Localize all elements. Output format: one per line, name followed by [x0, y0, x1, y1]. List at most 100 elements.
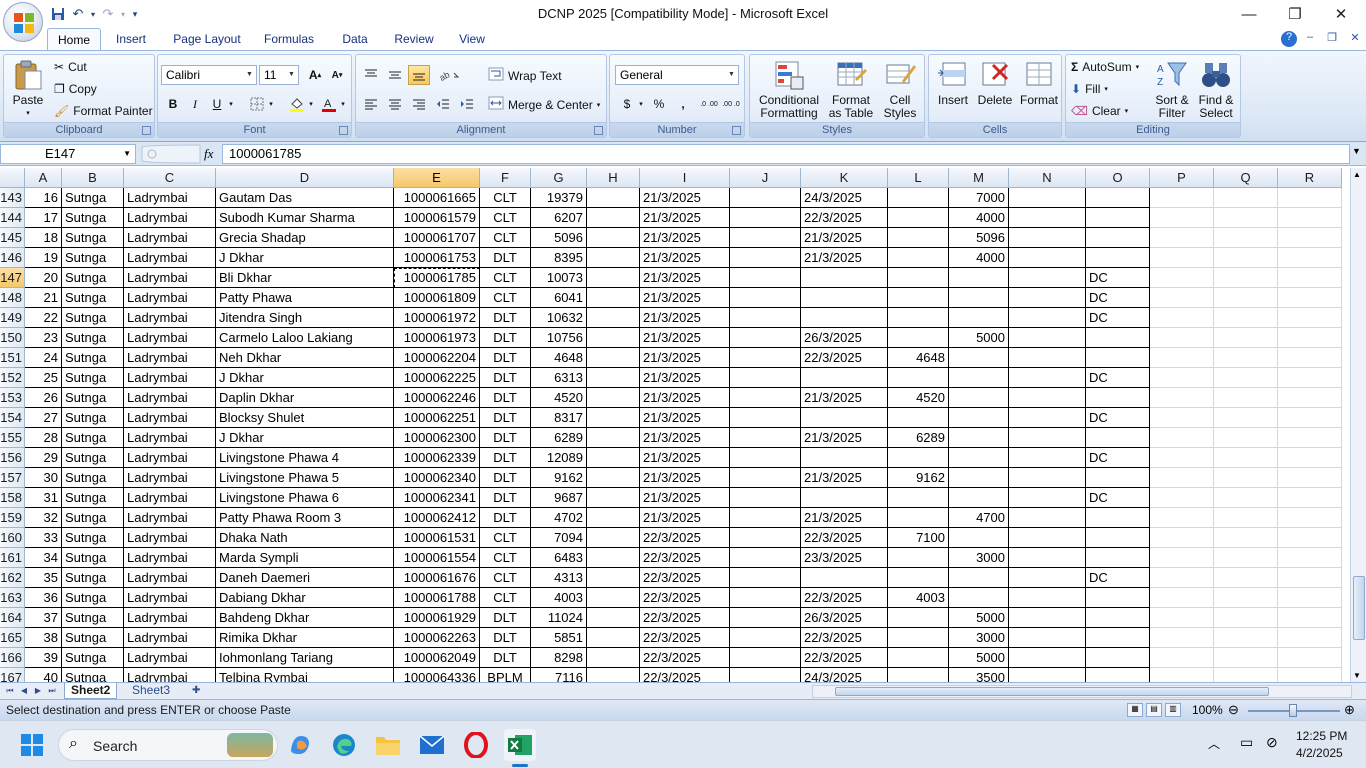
cell-r154[interactable] — [1278, 408, 1342, 428]
cell-b144[interactable]: Sutnga — [62, 208, 124, 228]
cell-f147[interactable]: CLT — [480, 268, 531, 288]
cell-e154[interactable]: 1000062251 — [394, 408, 480, 428]
cell-h156[interactable] — [587, 448, 640, 468]
row-header[interactable]: 147 — [0, 268, 25, 288]
currency-dropdown-icon[interactable]: ▾ — [636, 94, 646, 114]
cell-j145[interactable] — [730, 228, 801, 248]
cell-p149[interactable] — [1150, 308, 1214, 328]
cell-n149[interactable] — [1009, 308, 1086, 328]
cell-p163[interactable] — [1150, 588, 1214, 608]
cell-h163[interactable] — [587, 588, 640, 608]
cell-c148[interactable]: Ladrymbai — [124, 288, 216, 308]
cell-d165[interactable]: Rimika Dkhar — [216, 628, 394, 648]
cell-i159[interactable]: 21/3/2025 — [640, 508, 730, 528]
cell-c165[interactable]: Ladrymbai — [124, 628, 216, 648]
cell-i158[interactable]: 21/3/2025 — [640, 488, 730, 508]
cell-a149[interactable]: 22 — [25, 308, 62, 328]
cell-k143[interactable]: 24/3/2025 — [801, 188, 888, 208]
cell-m155[interactable] — [949, 428, 1009, 448]
cell-m157[interactable] — [949, 468, 1009, 488]
cell-j150[interactable] — [730, 328, 801, 348]
prev-sheet-icon[interactable]: ◀ — [18, 685, 30, 697]
cell-q162[interactable] — [1214, 568, 1278, 588]
cell-k163[interactable]: 22/3/2025 — [801, 588, 888, 608]
cell-m150[interactable]: 5000 — [949, 328, 1009, 348]
cell-r161[interactable] — [1278, 548, 1342, 568]
cell-g146[interactable]: 8395 — [531, 248, 587, 268]
underline-button[interactable]: U — [206, 94, 228, 114]
cell-a151[interactable]: 24 — [25, 348, 62, 368]
cell-i147[interactable]: 21/3/2025 — [640, 268, 730, 288]
vertical-scroll-thumb[interactable] — [1353, 576, 1365, 640]
cell-a148[interactable]: 21 — [25, 288, 62, 308]
cell-m145[interactable]: 5096 — [949, 228, 1009, 248]
cell-h149[interactable] — [587, 308, 640, 328]
cell-o156[interactable]: DC — [1086, 448, 1150, 468]
cell-a153[interactable]: 26 — [25, 388, 62, 408]
cell-k157[interactable]: 21/3/2025 — [801, 468, 888, 488]
tab-home[interactable]: Home — [47, 28, 101, 50]
row-header[interactable]: 167 — [0, 668, 25, 682]
row-header[interactable]: 160 — [0, 528, 25, 548]
cell-m153[interactable] — [949, 388, 1009, 408]
align-bottom-icon[interactable] — [408, 65, 430, 85]
horizontal-scrollbar[interactable] — [812, 685, 1352, 698]
cell-q164[interactable] — [1214, 608, 1278, 628]
cell-n159[interactable] — [1009, 508, 1086, 528]
cell-j146[interactable] — [730, 248, 801, 268]
cell-m147[interactable] — [949, 268, 1009, 288]
insert-cells-button[interactable]: Insert — [933, 59, 973, 107]
cell-g154[interactable]: 8317 — [531, 408, 587, 428]
cell-f151[interactable]: DLT — [480, 348, 531, 368]
cell-p167[interactable] — [1150, 668, 1214, 682]
cell-f157[interactable]: DLT — [480, 468, 531, 488]
cell-c156[interactable]: Ladrymbai — [124, 448, 216, 468]
cell-o167[interactable] — [1086, 668, 1150, 682]
cell-c154[interactable]: Ladrymbai — [124, 408, 216, 428]
cell-j161[interactable] — [730, 548, 801, 568]
cell-i166[interactable]: 22/3/2025 — [640, 648, 730, 668]
cell-d159[interactable]: Patty Phawa Room 3 — [216, 508, 394, 528]
cell-f154[interactable]: DLT — [480, 408, 531, 428]
cell-n164[interactable] — [1009, 608, 1086, 628]
cell-j155[interactable] — [730, 428, 801, 448]
cell-e163[interactable]: 1000061788 — [394, 588, 480, 608]
column-header-g[interactable]: G — [531, 168, 587, 188]
cell-f161[interactable]: CLT — [480, 548, 531, 568]
cell-r144[interactable] — [1278, 208, 1342, 228]
cell-j160[interactable] — [730, 528, 801, 548]
cell-n156[interactable] — [1009, 448, 1086, 468]
cell-j166[interactable] — [730, 648, 801, 668]
cell-b164[interactable]: Sutnga — [62, 608, 124, 628]
clock-date[interactable]: 4/2/2025 — [1296, 746, 1343, 760]
cell-f165[interactable]: DLT — [480, 628, 531, 648]
cell-h162[interactable] — [587, 568, 640, 588]
cell-p150[interactable] — [1150, 328, 1214, 348]
cell-i153[interactable]: 21/3/2025 — [640, 388, 730, 408]
cell-g153[interactable]: 4520 — [531, 388, 587, 408]
cell-c159[interactable]: Ladrymbai — [124, 508, 216, 528]
cell-q157[interactable] — [1214, 468, 1278, 488]
row-header[interactable]: 158 — [0, 488, 25, 508]
row-header[interactable]: 165 — [0, 628, 25, 648]
cell-l157[interactable]: 9162 — [888, 468, 949, 488]
cell-b160[interactable]: Sutnga — [62, 528, 124, 548]
alignment-launcher-icon[interactable] — [594, 126, 603, 135]
cell-d154[interactable]: Blocksy Shulet — [216, 408, 394, 428]
cell-n151[interactable] — [1009, 348, 1086, 368]
cell-m166[interactable]: 5000 — [949, 648, 1009, 668]
cell-k158[interactable] — [801, 488, 888, 508]
delete-cells-button[interactable]: Delete — [975, 59, 1015, 107]
clipboard-launcher-icon[interactable] — [142, 126, 151, 135]
align-left-icon[interactable] — [360, 94, 382, 114]
row-header[interactable]: 151 — [0, 348, 25, 368]
cell-l156[interactable] — [888, 448, 949, 468]
tab-formulas[interactable]: Formulas — [258, 28, 320, 50]
cell-k154[interactable] — [801, 408, 888, 428]
workbook-restore-icon[interactable]: ❐ — [1324, 31, 1340, 47]
cell-o162[interactable]: DC — [1086, 568, 1150, 588]
cell-k162[interactable] — [801, 568, 888, 588]
opera-browser-icon[interactable] — [460, 729, 492, 761]
row-header[interactable]: 145 — [0, 228, 25, 248]
cell-a146[interactable]: 19 — [25, 248, 62, 268]
